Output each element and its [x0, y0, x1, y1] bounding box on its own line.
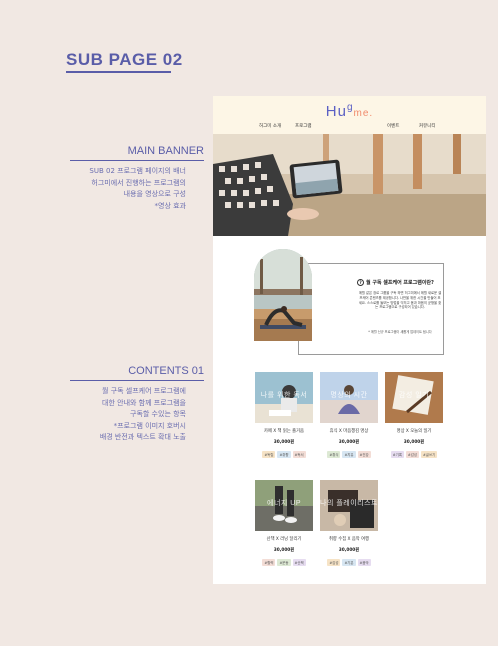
tag[interactable]: #독서 — [292, 451, 306, 458]
card-price: 30,000원 — [273, 440, 295, 445]
main-banner-video[interactable] — [213, 134, 486, 236]
program-card[interactable]: 나의 플레이리스트 취향 수집 X 음악 여행 30,000원 #감성 #기분 … — [320, 480, 378, 566]
annotation-line: 월 구독 셀프케어 프로그램에 — [102, 387, 186, 395]
card-title: 취향 수집 X 음악 여행 — [328, 537, 370, 542]
card-tags: #기록 #감성 #글쓰기 — [385, 451, 443, 458]
tag[interactable]: #음악 — [357, 559, 371, 566]
annotation-text: 월 구독 셀프케어 프로그램에 대한 안내와 함께 프로그램을 구독할 수있는 … — [70, 386, 186, 444]
tag[interactable]: #치유 — [342, 451, 356, 458]
annotation-line: 배경 반전과 텍스트 확대 노출 — [99, 433, 186, 441]
card-image[interactable]: 나를 위한 독서 — [255, 372, 313, 423]
card-overlay-text: 나를 위한 독서 — [260, 392, 308, 399]
program-card[interactable]: 나를 위한 독서 카페 X 책 읽는 즐거움 30,000원 #독립 #취향 #… — [255, 372, 313, 458]
intro-body: 매월 같은 장르 그룹을 구독 하면 허그미에서 매월 새로운 셀프케어 콘텐츠… — [358, 291, 442, 310]
card-title: 산책 X 러닝 달리기 — [266, 537, 302, 542]
banner-image — [213, 134, 486, 236]
nav-item-program[interactable]: 프로그램 — [295, 123, 312, 129]
tag[interactable]: #활력 — [262, 559, 276, 566]
card-overlay-text: 에너지 UP — [267, 500, 301, 507]
nav-item-about[interactable]: 허그미 소개 — [259, 123, 281, 129]
intro-note: * 매월 신규 프로그램이 새롭게 업데이트 됩니다 — [368, 330, 432, 334]
card-title: 명상 X 오늘의 일기 — [396, 429, 432, 434]
program-intro: ? 월 구독 셀프케어 프로그램이란? 매월 같은 장르 그룹을 구독 하면 허그… — [254, 249, 445, 355]
site-header: Hugme. 허그미 소개 프로그램 이벤트 커뮤니티 — [213, 96, 486, 134]
nav-item-event[interactable]: 이벤트 — [387, 123, 399, 129]
tag[interactable]: #산책 — [292, 559, 306, 566]
card-title: 카페 X 책 읽는 즐거움 — [263, 429, 305, 434]
card-image[interactable]: 감성 일기 — [385, 372, 443, 423]
nav-item-community[interactable]: 커뮤니티 — [419, 123, 436, 129]
card-overlay-text: 명상의 시간 — [330, 392, 368, 399]
card-image[interactable]: 에너지 UP — [255, 480, 313, 531]
tag[interactable]: #취향 — [277, 451, 291, 458]
annotation-line: 대한 안내와 함께 프로그램을 — [102, 398, 186, 407]
intro-question: ? 월 구독 셀프케어 프로그램이란? — [357, 279, 434, 286]
tag[interactable]: #글쓰기 — [420, 451, 438, 458]
page-heading-underline — [66, 71, 171, 73]
card-tags: #휴식 #치유 #건강 — [320, 451, 378, 458]
program-card[interactable]: 에너지 UP 산책 X 러닝 달리기 30,000원 #활력 #운동 #산책 — [255, 480, 313, 566]
card-overlay-text: 나의 플레이리스트 — [320, 500, 378, 507]
card-tags: #활력 #운동 #산책 — [255, 559, 313, 566]
tag[interactable]: #기분 — [342, 559, 356, 566]
question-icon: ? — [357, 279, 364, 286]
site-mockup: Hugme. 허그미 소개 프로그램 이벤트 커뮤니티 ? 월 구독 셀프케어 … — [213, 96, 486, 584]
tag[interactable]: #감성 — [405, 451, 419, 458]
tag[interactable]: #기록 — [390, 451, 404, 458]
program-card[interactable]: 명상의 시간 휴식 X 마음챙김 명상 30,000원 #휴식 #치유 #건강 — [320, 372, 378, 458]
page-heading: SUB PAGE 02 — [66, 50, 183, 69]
card-image[interactable]: 명상의 시간 — [320, 372, 378, 423]
annotation-divider — [70, 380, 204, 381]
tag[interactable]: #감성 — [327, 559, 341, 566]
card-price: 30,000원 — [273, 548, 295, 553]
annotation-line: 내용을 영상으로 구성 — [123, 190, 186, 198]
annotation-text: SUB 02 프로그램 페이지의 배너 허그미에서 진행하는 프로그램의 내용을… — [70, 166, 186, 212]
card-price: 30,000원 — [338, 440, 360, 445]
annotation-line: 구독할 수있는 항목 — [130, 410, 186, 418]
annotation-main-banner: MAIN BANNER SUB 02 프로그램 페이지의 배너 허그미에서 진행… — [70, 145, 204, 212]
annotation-line: *프로그램 이미지 호버시 — [113, 421, 186, 430]
card-price: 30,000원 — [403, 440, 425, 445]
annotation-line: 허그미에서 진행하는 프로그램의 — [91, 178, 186, 187]
annotation-line: *영상 효과 — [154, 201, 187, 210]
card-overlay-text: 감성 일기 — [398, 392, 430, 399]
tag[interactable]: #휴식 — [327, 451, 341, 458]
annotation-divider — [70, 160, 204, 161]
card-image[interactable]: 나의 플레이리스트 — [320, 480, 378, 531]
card-title: 휴식 X 마음챙김 명상 — [329, 429, 369, 434]
annotation-line: SUB 02 프로그램 페이지의 배너 — [89, 167, 186, 175]
card-price: 30,000원 — [338, 548, 360, 553]
card-tags: #독립 #취향 #독서 — [255, 451, 313, 458]
tag[interactable]: #독립 — [262, 451, 276, 458]
program-card[interactable]: 감성 일기 명상 X 오늘의 일기 30,000원 #기록 #감성 #글쓰기 — [385, 372, 443, 458]
annotation-title: CONTENTS 01 — [128, 365, 204, 377]
tag[interactable]: #건강 — [357, 451, 371, 458]
annotation-title: MAIN BANNER — [127, 145, 204, 157]
site-logo[interactable]: Hugme. — [213, 102, 486, 120]
card-tags: #감성 #기분 #음악 — [320, 559, 378, 566]
tag[interactable]: #운동 — [277, 559, 291, 566]
intro-image — [254, 249, 312, 341]
annotation-contents01: CONTENTS 01 월 구독 셀프케어 프로그램에 대한 안내와 함께 프로… — [70, 365, 204, 444]
